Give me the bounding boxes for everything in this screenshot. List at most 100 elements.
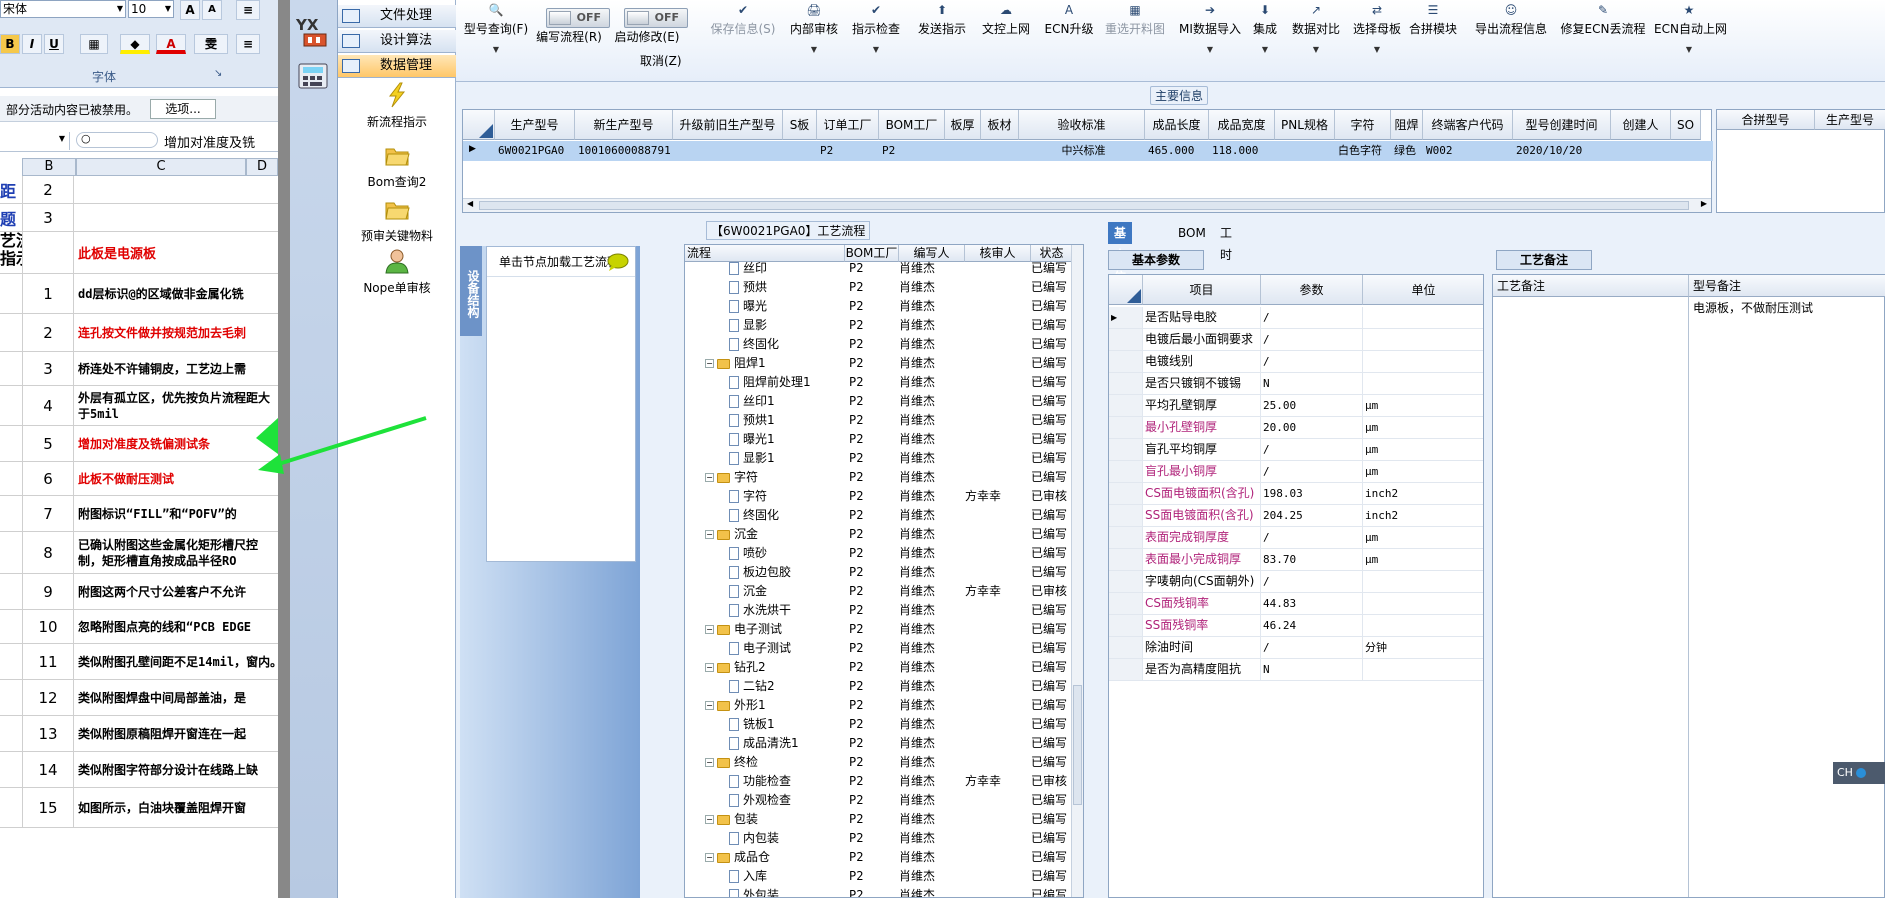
column-header[interactable]: SO	[1671, 110, 1701, 140]
column-header-d[interactable]: D	[246, 158, 278, 176]
process-note-area[interactable]	[1493, 297, 1689, 897]
sheet-cell[interactable]: 如图所示，白油块覆盖阻焊开窗	[76, 788, 278, 827]
font-name-select[interactable]: 宋体 ▼	[0, 0, 126, 18]
model-note-header[interactable]: 型号备注	[1689, 275, 1885, 297]
param-header[interactable]: 参数	[1261, 275, 1363, 305]
tree-node[interactable]: − 外形1 P2 肖维杰 已编写	[685, 696, 1083, 715]
tree-node[interactable]: 外观检查 P2 肖维杰 已编写	[685, 791, 1083, 810]
table-row[interactable]: 电镀后最小面铜要求 /	[1109, 329, 1483, 351]
row-selector[interactable]	[1109, 593, 1143, 614]
sheet-row[interactable]: 5 增加对准度及铣偏测试条	[0, 426, 278, 462]
check-instruction-button[interactable]: ✔ 指示检查 ▼	[848, 2, 904, 62]
sheet-cell[interactable]: 增加对准度及铣偏测试条	[76, 426, 278, 461]
row-selector[interactable]	[1109, 329, 1143, 350]
sheet-cell[interactable]: 已确认附图这些金属化矩形槽尺控制，矩形槽直角按成品半径RO	[76, 532, 278, 573]
param-unit[interactable]: μm	[1363, 527, 1483, 548]
row-selector[interactable]	[1109, 439, 1143, 460]
column-header[interactable]: 订单工厂	[817, 110, 879, 140]
sheet-row[interactable]: 7 附图标识“FILL”和“POFV”的	[0, 496, 278, 532]
sheet-row[interactable]: 题3	[0, 204, 278, 232]
table-cell[interactable]	[1671, 141, 1701, 161]
merge-model-header[interactable]: 合拼型号	[1717, 110, 1815, 130]
param-unit[interactable]: inch2	[1363, 483, 1483, 504]
sheet-row[interactable]: 3 桥连处不许铺铜皮，工艺边上需	[0, 352, 278, 386]
column-header[interactable]: S板	[783, 110, 817, 140]
sheet-cell[interactable]: 连孔按文件做并按规范加去毛刺	[76, 314, 278, 351]
tree-node[interactable]: − 包装 P2 肖维杰 已编写	[685, 810, 1083, 829]
table-cell[interactable]: P2	[879, 141, 945, 161]
column-header[interactable]: 字符	[1335, 110, 1391, 140]
sheet-row[interactable]: 6 此板不做耐压测试	[0, 462, 278, 496]
reselect-cutting-button[interactable]: ▦ 重选开料图	[1102, 2, 1168, 62]
param-value[interactable]: 204.25	[1261, 505, 1363, 526]
align-top-button[interactable]: ≡	[236, 0, 260, 20]
merge-module-button[interactable]: ☰ 合拼模块	[1406, 2, 1460, 62]
param-unit[interactable]	[1363, 351, 1483, 372]
table-row[interactable]: SS面残铜率 46.24	[1109, 615, 1483, 637]
nope-order-review-tool[interactable]: Nope单审核	[338, 248, 456, 296]
table-row[interactable]: 是否只镀铜不镀锡 N	[1109, 373, 1483, 395]
table-cell[interactable]: P2	[817, 141, 879, 161]
table-cell[interactable]	[1275, 141, 1335, 161]
tree-node[interactable]: − 字符 P2 肖维杰 已编写	[685, 468, 1083, 487]
sheet-cell[interactable]: 类似附图孔壁间距不足14mil，窗内。	[76, 644, 278, 679]
dropdown-arrow-icon[interactable]: ▼	[1178, 45, 1242, 54]
dropdown-arrow-icon[interactable]: ▼	[1290, 45, 1342, 54]
sheet-cell[interactable]: dd层标识@的区域做非金属化铣	[76, 274, 278, 313]
table-row[interactable]: 平均孔壁铜厚 25.00 μm	[1109, 395, 1483, 417]
send-instruction-button[interactable]: ⬆ 发送指示	[914, 2, 970, 62]
tab-bom[interactable]: BOM	[1172, 222, 1212, 244]
param-value[interactable]: 25.00	[1261, 395, 1363, 416]
tree-node[interactable]: 电子测试 P2 肖维杰 已编写	[685, 639, 1083, 658]
sheet-cell[interactable]: 外层有孤立区，优先按负片流程距大于5mil	[76, 386, 278, 425]
param-unit[interactable]	[1363, 329, 1483, 350]
nav-tab-file-processing[interactable]: 文件处理	[338, 5, 456, 28]
sheet-row[interactable]: 距2	[0, 176, 278, 204]
param-unit[interactable]: inch2	[1363, 505, 1483, 526]
collapse-icon[interactable]: −	[705, 701, 714, 710]
collapse-icon[interactable]: −	[705, 473, 714, 482]
table-row[interactable]: 是否为高精度阻抗 N	[1109, 659, 1483, 681]
collapse-icon[interactable]: −	[705, 359, 714, 368]
column-header-b[interactable]: B	[22, 158, 76, 176]
param-value[interactable]: /	[1261, 307, 1363, 328]
phonetic-icon[interactable]: 雯	[194, 34, 228, 54]
row-selector[interactable]	[1109, 395, 1143, 416]
table-cell[interactable]: 2020/10/20	[1513, 141, 1611, 161]
tree-node[interactable]: 铣板1 P2 肖维杰 已编写	[685, 715, 1083, 734]
column-header[interactable]: 板厚	[945, 110, 981, 140]
row-selector[interactable]	[1109, 483, 1143, 504]
calculator-icon[interactable]	[296, 62, 330, 92]
table-cell[interactable]: W002	[1423, 141, 1513, 161]
param-unit[interactable]	[1363, 373, 1483, 394]
row-selector[interactable]	[1109, 549, 1143, 570]
row-selector[interactable]	[1109, 637, 1143, 658]
param-unit[interactable]	[1363, 593, 1483, 614]
param-value[interactable]: 44.83	[1261, 593, 1363, 614]
nav-tab-design-algorithm[interactable]: 设计算法	[338, 30, 456, 53]
integrate-button[interactable]: ⬇ 集成 ▼	[1248, 2, 1282, 62]
select-motherboard-button[interactable]: ⇄ 选择母板 ▼	[1352, 2, 1402, 62]
align-left-button[interactable]: ≡	[236, 34, 260, 54]
model-note-text[interactable]: 电源板，不做耐压测试	[1693, 299, 1813, 316]
column-header[interactable]: 板材	[981, 110, 1019, 140]
sheet-cell[interactable]: 类似附图焊盘中间局部盖油，是	[76, 680, 278, 715]
row-selector[interactable]	[1109, 351, 1143, 372]
tree-node[interactable]: 终固化 P2 肖维杰 已编写	[685, 506, 1083, 525]
tree-node[interactable]: 二钻2 P2 肖维杰 已编写	[685, 677, 1083, 696]
param-value[interactable]: /	[1261, 637, 1363, 658]
row-selector[interactable]	[1109, 571, 1143, 592]
table-cell[interactable]: 中兴标准	[1019, 141, 1145, 161]
ecn-upgrade-button[interactable]: A ECN升级	[1044, 2, 1094, 62]
sheet-row[interactable]: 2 连孔按文件做并按规范加去毛刺	[0, 314, 278, 352]
options-button[interactable]: 选项...	[150, 99, 216, 119]
table-row[interactable]: 最小孔壁铜厚 20.00 μm	[1109, 417, 1483, 439]
row-selector[interactable]	[1109, 417, 1143, 438]
formula-content[interactable]: 增加对准度及铣	[164, 132, 255, 151]
formula-function-button[interactable]: ○	[76, 132, 158, 148]
tree-node[interactable]: 字符 P2 肖维杰 方幸幸 已审核	[685, 487, 1083, 506]
table-row[interactable]: SS面电镀面积(含孔) 204.25 inch2	[1109, 505, 1483, 527]
table-row[interactable]: 表面最小完成铜厚 83.70 μm	[1109, 549, 1483, 571]
row-selector[interactable]	[1109, 373, 1143, 394]
dropdown-arrow-icon[interactable]: ▼	[1248, 45, 1282, 54]
